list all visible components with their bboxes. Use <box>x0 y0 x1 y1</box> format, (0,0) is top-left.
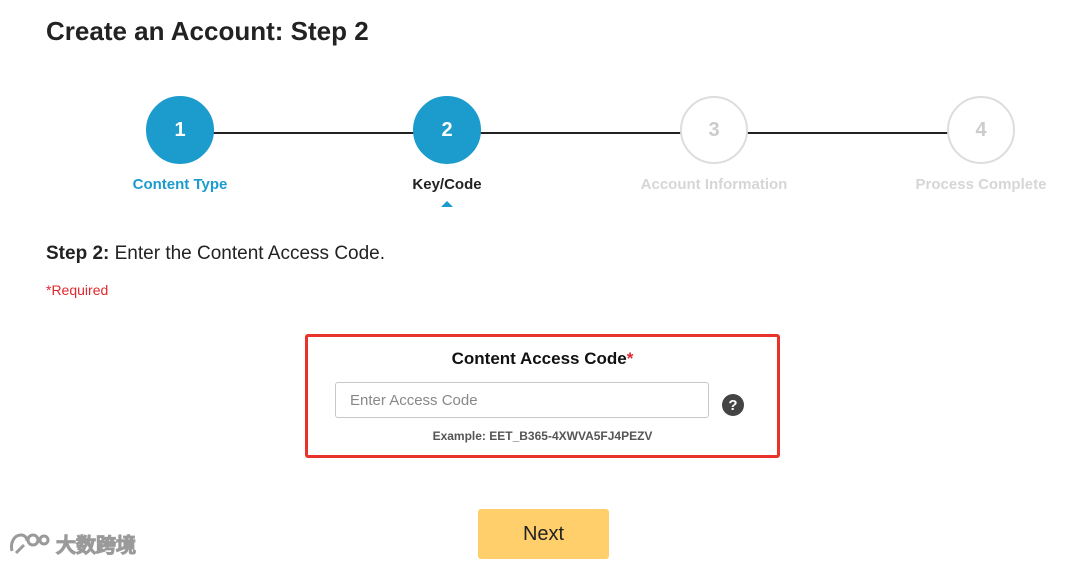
step-label: Process Complete <box>915 176 1047 193</box>
instruction-step-prefix: Step 2: <box>46 243 110 264</box>
watermark-text: 大数跨境 <box>56 535 137 558</box>
watermark-logo-icon <box>10 532 50 554</box>
step-content-type: 1 Content Type <box>60 96 300 193</box>
step-process-complete: 4 Process Complete <box>861 96 1080 193</box>
step-account-information: 3 Account Information <box>594 96 834 193</box>
step-number-circle: 3 <box>680 96 748 164</box>
access-code-panel: Content Access Code* ? Example: EET_B365… <box>305 334 780 458</box>
step-label: Content Type <box>132 176 228 193</box>
progress-stepper: 1 Content Type 2 Key/Code 3 Account Info… <box>0 96 1080 226</box>
create-account-page: Create an Account: Step 2 1 Content Type… <box>0 0 1080 563</box>
access-code-input[interactable] <box>335 382 709 418</box>
page-title: Create an Account: Step 2 <box>46 16 369 46</box>
current-step-caret-icon <box>441 201 453 207</box>
access-code-title: Content Access Code* <box>308 349 777 369</box>
step-instruction: Step 2: Enter the Content Access Code. <box>46 243 385 265</box>
required-marker: * <box>626 349 634 368</box>
access-code-example: Example: EET_B365-4XWVA5FJ4PEZV <box>432 429 653 443</box>
question-circle-icon[interactable]: ? <box>722 394 744 416</box>
step-key-code: 2 Key/Code <box>327 96 567 207</box>
step-label: Account Information <box>640 176 788 193</box>
step-number-circle: 2 <box>413 96 481 164</box>
step-number-circle: 1 <box>146 96 214 164</box>
step-number-circle: 4 <box>947 96 1015 164</box>
next-button[interactable]: Next <box>478 509 609 559</box>
access-code-title-text: Content Access Code <box>451 349 627 368</box>
step-label: Key/Code <box>412 176 482 193</box>
watermark: 大数跨境 <box>8 529 137 558</box>
required-note: *Required <box>46 282 109 298</box>
instruction-text: Enter the Content Access Code. <box>109 243 386 264</box>
